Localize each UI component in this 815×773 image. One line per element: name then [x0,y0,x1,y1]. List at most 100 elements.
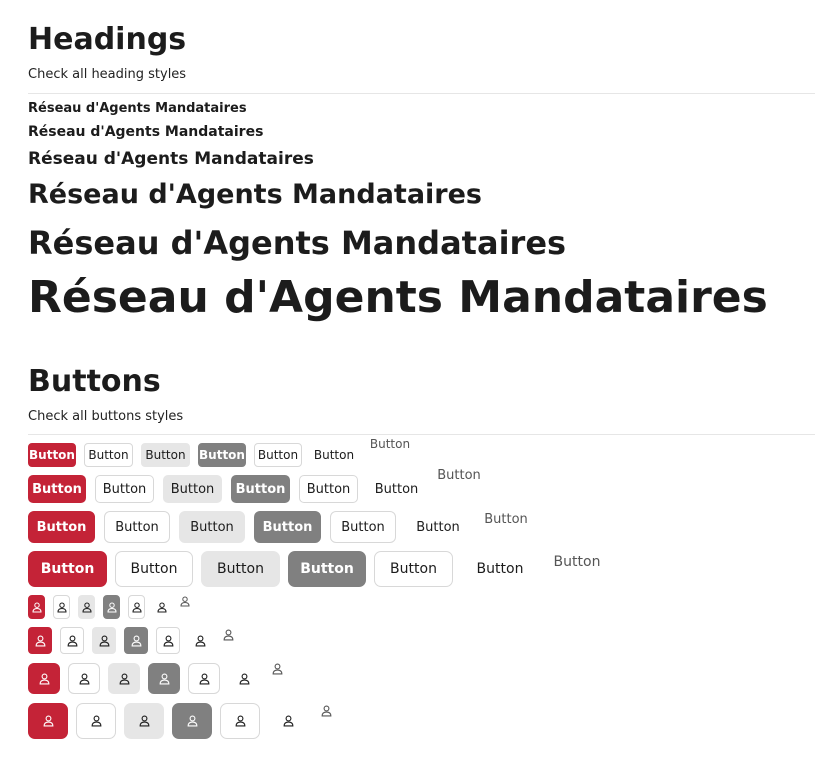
ghost-icon-button[interactable] [153,595,170,619]
heading-h5: Réseau d'Agents Mandataires [28,124,264,140]
user-icon [180,596,190,607]
dark-button[interactable]: Button [254,511,321,543]
dark-icon-button[interactable] [148,663,180,694]
link-icon-button[interactable] [316,703,336,719]
user-icon [163,635,174,647]
primary-icon-button[interactable] [28,663,60,694]
user-icon [43,715,54,727]
user-icon [81,602,92,613]
light-icon-button[interactable] [108,663,140,694]
light-button[interactable]: Button [201,551,280,587]
icon-button-row-md [28,663,286,694]
dark-button[interactable]: Button [231,475,290,503]
icon-button-row-xs [28,595,192,619]
button-row-xs: Button Button Button Button Button Butto… [28,437,414,467]
link-button[interactable]: Button [480,509,532,529]
headings-section-subtitle: Check all heading styles [28,67,187,82]
light-icon-button[interactable] [92,627,116,654]
user-icon [199,673,210,685]
primary-icon-button[interactable] [28,703,68,739]
ghost-icon-button[interactable] [188,627,212,654]
link-icon-button[interactable] [220,627,236,643]
user-icon [139,715,150,727]
light-button[interactable]: Button [179,511,245,543]
user-icon [31,602,42,613]
heading-h4: Réseau d'Agents Mandataires [28,149,314,169]
outline-icon-button[interactable] [76,703,116,739]
primary-icon-button[interactable] [28,595,45,619]
dark-icon-button[interactable] [103,595,120,619]
light-button[interactable]: Button [141,443,190,467]
divider [28,93,815,94]
primary-button[interactable]: Button [28,551,107,587]
dark-button[interactable]: Button [198,443,246,467]
outline-button[interactable]: Button [299,475,358,503]
outline-icon-button[interactable] [220,703,260,739]
outline-button[interactable]: Button [330,511,396,543]
outline-icon-button[interactable] [53,595,70,619]
ghost-icon-button[interactable] [268,703,308,739]
buttons-section-title: Buttons [28,364,161,399]
link-icon-button[interactable] [178,593,192,609]
ghost-button[interactable]: Button [310,443,358,467]
outline-icon-button[interactable] [188,663,220,694]
user-icon [159,673,170,685]
ghost-button[interactable]: Button [405,511,471,543]
user-icon [119,673,130,685]
heading-h3: Réseau d'Agents Mandataires [28,179,482,210]
heading-h1: Réseau d'Agents Mandataires [28,272,768,323]
ghost-icon-button[interactable] [228,663,260,694]
outline-icon-button[interactable] [128,595,145,619]
user-icon [156,602,167,613]
user-icon [235,715,246,727]
dark-icon-button[interactable] [124,627,148,654]
outline-button[interactable]: Button [95,475,154,503]
user-icon [283,715,294,727]
user-icon [131,635,142,647]
user-icon [321,705,332,717]
button-row-lg: Button Button Button Button Button Butto… [28,551,607,587]
user-icon [39,673,50,685]
user-icon [106,602,117,613]
outline-button[interactable]: Button [84,443,133,467]
heading-h2: Réseau d'Agents Mandataires [28,224,567,262]
icon-button-row-sm [28,627,236,654]
buttons-section-subtitle: Check all buttons styles [28,409,184,424]
primary-button[interactable]: Button [28,511,95,543]
link-button[interactable]: Button [435,465,483,485]
icon-button-row-lg [28,703,336,739]
ghost-button[interactable]: Button [367,475,426,503]
link-icon-button[interactable] [268,661,286,677]
outline-icon-button[interactable] [60,627,84,654]
outline-icon-button[interactable] [68,663,100,694]
link-button[interactable]: Button [366,435,414,453]
ghost-button[interactable]: Button [461,551,539,587]
user-icon [35,635,46,647]
outline-button[interactable]: Button [374,551,453,587]
outline-button[interactable]: Button [115,551,193,587]
user-icon [131,602,142,613]
heading-h6: Réseau d'Agents Mandataires [28,101,247,116]
dark-icon-button[interactable] [172,703,212,739]
primary-icon-button[interactable] [28,627,52,654]
light-icon-button[interactable] [78,595,95,619]
user-icon [56,602,67,613]
link-button[interactable]: Button [547,551,607,573]
user-icon [239,673,250,685]
user-icon [195,635,206,647]
light-button[interactable]: Button [163,475,222,503]
dark-button[interactable]: Button [288,551,366,587]
light-icon-button[interactable] [124,703,164,739]
user-icon [99,635,110,647]
user-icon [67,635,78,647]
button-row-sm: Button Button Button Button Button Butto… [28,468,483,503]
primary-button[interactable]: Button [28,443,76,467]
primary-button[interactable]: Button [28,475,86,503]
outline-icon-button[interactable] [156,627,180,654]
user-icon [187,715,198,727]
user-icon [223,629,234,641]
user-icon [79,673,90,685]
outline-button[interactable]: Button [104,511,170,543]
outline-button[interactable]: Button [254,443,302,467]
user-icon [91,715,102,727]
